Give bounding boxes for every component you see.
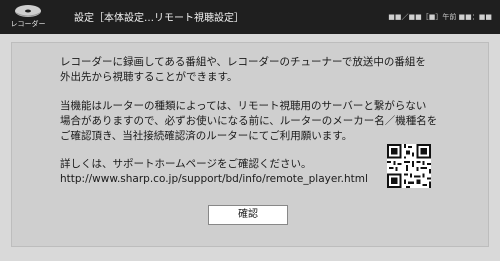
paragraph-router-note: 当機能はルーターの種類によっては、リモート視聴用のサーバーと繋がらない 場合があ… bbox=[60, 99, 437, 144]
screen-title: 設定［本体設定…リモート視聴設定］ bbox=[74, 13, 244, 24]
text-line: 場合がありますので、必ずお使いになる前に、ルーターのメーカー名／機種名を bbox=[60, 115, 438, 127]
message-panel: レコーダーに録画してある番組や、レコーダーのチューナーで放送中の番組を 外出先か… bbox=[11, 42, 489, 247]
text-line: 外出先から視聴することができます。 bbox=[60, 71, 238, 83]
text-line: レコーダーに録画してある番組や、レコーダーのチューナーで放送中の番組を bbox=[60, 56, 426, 68]
text-line: 詳しくは、サポートホームページをご確認ください。 bbox=[60, 158, 312, 170]
text-line: ご確認頂き、当社接続確認済のルーターにてご利用願います。 bbox=[60, 130, 353, 142]
datetime-display: ■■／■■［■］午前 ■■：■■ bbox=[388, 13, 492, 21]
confirm-button[interactable]: 確認 bbox=[208, 205, 288, 225]
qr-code-icon bbox=[387, 144, 431, 188]
recorder-logo: レコーダー bbox=[6, 3, 50, 31]
paragraph-support: 詳しくは、サポートホームページをご確認ください。 http://www.shar… bbox=[60, 157, 368, 187]
header-bar: レコーダー 設定［本体設定…リモート視聴設定］ ■■／■■［■］午前 ■■：■■ bbox=[0, 0, 500, 34]
paragraph-intro: レコーダーに録画してある番組や、レコーダーのチューナーで放送中の番組を 外出先か… bbox=[60, 55, 426, 85]
text-line: 当機能はルーターの種類によっては、リモート視聴用のサーバーと繋がらない bbox=[60, 100, 427, 112]
support-url: http://www.sharp.co.jp/support/bd/info/r… bbox=[60, 173, 368, 185]
logo-label: レコーダー bbox=[10, 20, 46, 28]
